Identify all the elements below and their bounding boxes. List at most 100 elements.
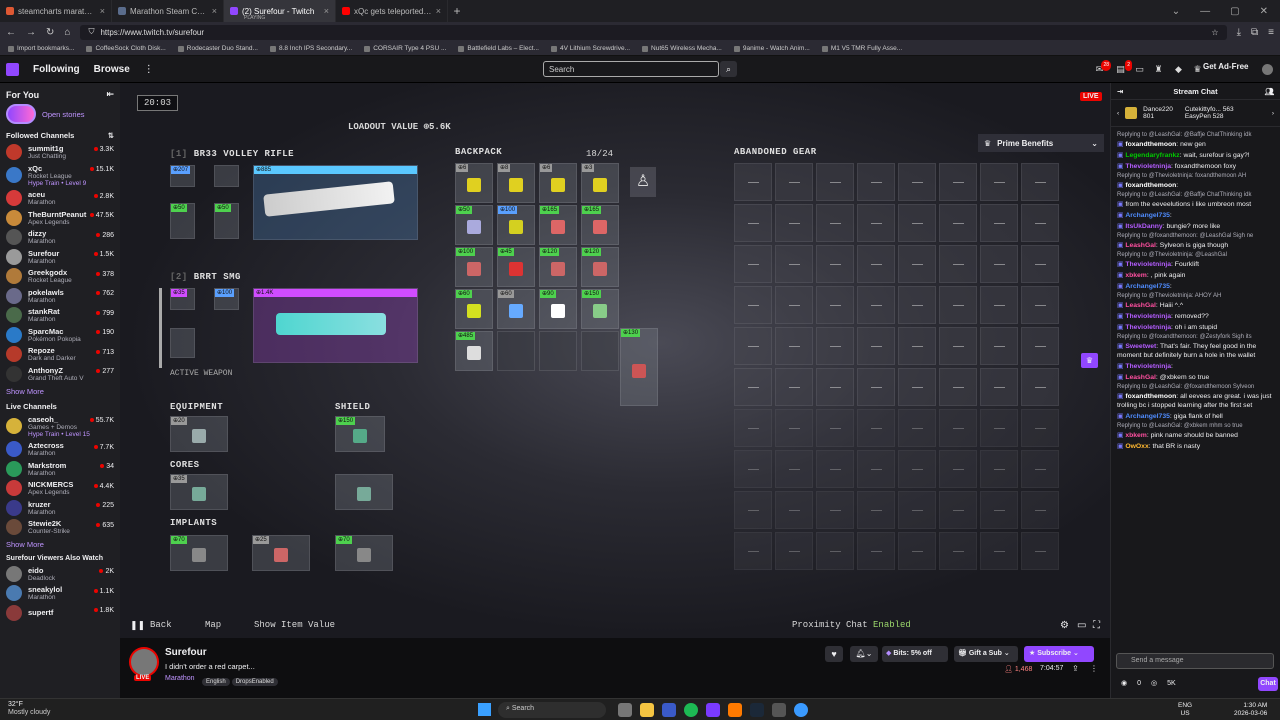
abandoned-gear-slot[interactable] <box>898 368 936 406</box>
sidebar-channel[interactable]: Aztecross Marathon 7.7K <box>0 440 120 460</box>
backpack-slot[interactable]: ⊕485 <box>455 331 493 371</box>
close-tab-icon[interactable]: × <box>436 6 441 16</box>
sidebar-channel[interactable]: Greekgodx Rocket League 378 <box>0 267 120 287</box>
abandoned-gear-slot[interactable] <box>898 327 936 365</box>
bookmark-star-icon[interactable]: ☆ <box>1211 28 1218 37</box>
bookmark-item[interactable]: 4V Lithium Screwdrive... <box>550 45 630 52</box>
chat-message[interactable]: ▣ Archangel735: <box>1111 281 1280 292</box>
abandoned-gear-slot[interactable] <box>857 491 895 529</box>
equipment-slot[interactable]: ⊕20 <box>170 416 228 452</box>
tag[interactable]: English <box>202 678 230 686</box>
backpack-slot[interactable]: ⊕165 <box>539 205 577 245</box>
shield-slot[interactable]: ⊕150 <box>335 416 385 452</box>
abandoned-gear-slot[interactable] <box>857 163 895 201</box>
abandoned-gear-slot[interactable] <box>775 245 813 283</box>
sidebar-channel[interactable]: SparcMac Pokémon Pokopia 190 <box>0 325 120 345</box>
chat-username[interactable]: Thevioletninja <box>1125 163 1171 170</box>
abandoned-gear-slot[interactable] <box>898 245 936 283</box>
url-input[interactable]: ⛉ https://www.twitch.tv/surefour ☆ <box>80 24 1227 40</box>
browser-tab[interactable]: xQc gets teleported to a Rando× <box>336 0 448 22</box>
sidebar-channel[interactable]: aceu Marathon 2.8K <box>0 189 120 209</box>
chat-send-button[interactable]: Chat <box>1258 677 1278 691</box>
chat-input[interactable]: Send a message <box>1116 653 1274 669</box>
crown-icon[interactable]: ♛ <box>1192 64 1203 75</box>
backpack-slot[interactable]: ⊕150 <box>581 289 619 329</box>
chat-username[interactable]: LeashGal <box>1125 374 1156 381</box>
firefox-icon[interactable] <box>728 703 742 717</box>
bookmark-item[interactable]: 9anime - Watch Anim... <box>733 45 810 52</box>
share-icon[interactable]: ⇪ <box>1072 664 1079 673</box>
channel-name[interactable]: Surefour <box>165 647 207 658</box>
abandoned-gear-slot[interactable] <box>980 491 1018 529</box>
abandoned-gear-slot[interactable] <box>1021 409 1059 447</box>
nav-following[interactable]: Following <box>33 64 80 75</box>
get-ad-free-button[interactable]: Get Ad-Free <box>1203 62 1249 71</box>
browser-tab[interactable]: Marathon Steam Charts - Steam× <box>112 0 224 22</box>
weapon-mod-slot[interactable]: ⊕50 <box>170 203 195 239</box>
abandoned-gear-slot[interactable] <box>816 327 854 365</box>
bookmark-item[interactable]: CoffeeSock Cloth Disk... <box>86 45 166 52</box>
close-tab-icon[interactable]: × <box>324 6 329 16</box>
abandoned-gear-slot[interactable] <box>816 163 854 201</box>
chat-message[interactable]: Replying to @LeashGal: @Baffje ChatThink… <box>1111 131 1280 150</box>
chat-message[interactable]: Replying to @Thevioletninja: AHOY AH ▣ Le… <box>1111 292 1280 311</box>
abandoned-gear-slot[interactable] <box>775 327 813 365</box>
backpack-slot[interactable]: ⊕50 <box>455 205 493 245</box>
file-explorer-icon[interactable] <box>640 703 654 717</box>
chevron-right-icon[interactable]: › <box>1272 110 1274 117</box>
bits-offer-button[interactable]: ◆ Bits: 5% off <box>882 646 948 662</box>
search-input[interactable]: Search <box>543 61 719 77</box>
chat-message[interactable]: ▣ Archangel735: <box>1111 210 1280 221</box>
close-tab-icon[interactable]: × <box>100 6 105 16</box>
abandoned-gear-slot[interactable] <box>939 286 977 324</box>
sidebar-channel[interactable]: AnthonyZ Grand Theft Auto V 277 <box>0 364 120 384</box>
backpack-slot[interactable]: ⊕8 <box>497 163 535 203</box>
sidebar-channel[interactable]: TheBurntPeanut Apex Legends 47.5K <box>0 208 120 228</box>
chevron-left-icon[interactable]: ‹ <box>1117 110 1119 117</box>
spotify-icon[interactable] <box>684 703 698 717</box>
abandoned-gear-slot[interactable] <box>1021 532 1059 570</box>
theater-mode-icon[interactable]: ▭ <box>1077 620 1086 631</box>
chat-message[interactable]: Replying to @LeashGal: @xbkem mhm so tru… <box>1111 422 1280 441</box>
abandoned-gear-slot[interactable] <box>816 532 854 570</box>
backpack-slot[interactable]: ⊕60 <box>497 289 535 329</box>
implant-slot[interactable]: ⊕25 <box>252 535 310 571</box>
app-icon[interactable] <box>662 703 676 717</box>
prime-icon[interactable]: ♜ <box>1153 64 1164 75</box>
language-indicator[interactable]: ENG US <box>1178 702 1192 718</box>
abandoned-gear-slot[interactable] <box>1021 286 1059 324</box>
abandoned-gear-slot[interactable] <box>857 368 895 406</box>
more-icon[interactable]: ⋮ <box>1090 664 1098 673</box>
close-window-icon[interactable]: ✕ <box>1260 6 1268 17</box>
follow-heart-icon[interactable]: ♥ <box>825 646 843 662</box>
weapon-1-slot[interactable]: ⊕885 <box>253 165 418 240</box>
app-icon[interactable] <box>706 703 720 717</box>
abandoned-gear-slot[interactable] <box>939 327 977 365</box>
bookmark-item[interactable]: M1 V5 TMR Fully Asse... <box>821 45 902 52</box>
twitch-logo-icon[interactable] <box>6 62 19 76</box>
sidebar-channel[interactable]: xQc Rocket League Hype Train • Level 9 15.1… <box>0 162 120 189</box>
backpack-slot[interactable]: ⊕45 <box>497 247 535 287</box>
abandoned-gear-slot[interactable] <box>734 327 772 365</box>
abandoned-gear-slot[interactable] <box>1021 368 1059 406</box>
sidebar-channel[interactable]: Stewie2K Counter-Strike 635 <box>0 518 120 538</box>
abandoned-gear-slot[interactable] <box>898 204 936 242</box>
abandoned-gear-slot[interactable] <box>980 286 1018 324</box>
chat-message[interactable]: Replying to @LeashGal: @Baffje ChatThink… <box>1111 191 1280 210</box>
chat-username[interactable]: Legendaryfrankz <box>1125 152 1179 159</box>
chat-message[interactable]: ▣ LeashGal: @xbkem so true <box>1111 372 1280 383</box>
sidebar-channel[interactable]: sneakylol Marathon 1.1K <box>0 584 120 604</box>
abandoned-gear-slot[interactable] <box>775 368 813 406</box>
chat-username[interactable]: Thevioletninja <box>1125 324 1171 331</box>
abandoned-gear-slot[interactable] <box>734 409 772 447</box>
show-more-button[interactable]: Show More <box>0 384 120 399</box>
collapse-chat-icon[interactable]: ⇥ <box>1117 87 1123 96</box>
bookmark-item[interactable]: Nut65 Wireless Mecha... <box>642 45 722 52</box>
abandoned-gear-slot[interactable] <box>898 532 936 570</box>
search-icon[interactable]: ⌕ <box>720 61 737 77</box>
users-icon[interactable]: 👥︎ <box>1264 87 1274 96</box>
sort-icon[interactable]: ⇅ <box>108 131 114 140</box>
chat-username[interactable]: Archangel735 <box>1125 413 1170 420</box>
abandoned-gear-slot[interactable] <box>1021 450 1059 488</box>
abandoned-gear-slot[interactable] <box>939 245 977 283</box>
